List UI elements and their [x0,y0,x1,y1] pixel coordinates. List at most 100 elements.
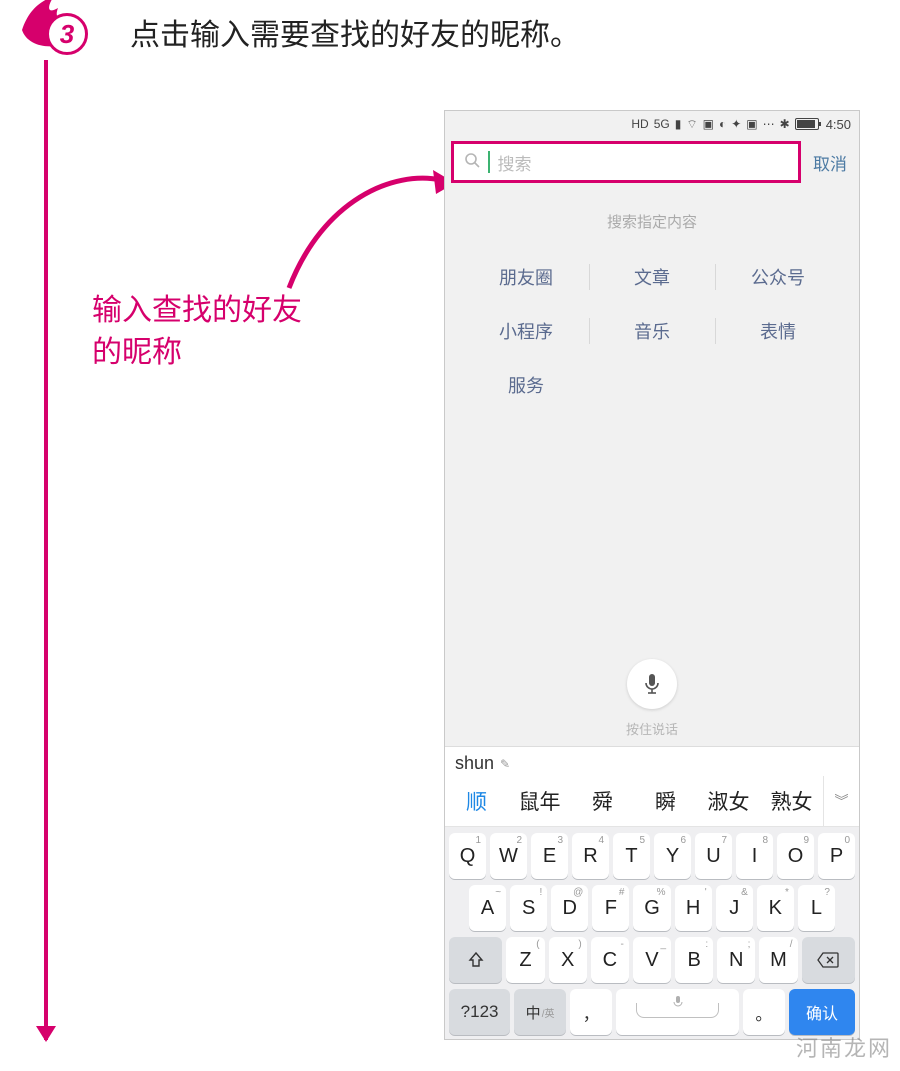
key-p[interactable]: P0 [818,833,855,879]
key-t[interactable]: T5 [613,833,650,879]
key-f[interactable]: F# [592,885,629,931]
phone-frame: HD 5G ▮ ⌔ ▣ ◐ ✦ ▣ ⋯ ✱ 4:50 搜索 取消 搜索指定内容 … [444,110,860,1040]
shift-icon [467,951,485,969]
ime-candidate-row: 顺 鼠年 舜 瞬 淑女 熟女 ︾ [445,776,859,827]
category-services[interactable]: 服务 [463,358,589,412]
period-key[interactable]: 。 [743,989,785,1035]
language-key[interactable]: 中/英 [514,989,566,1035]
callout-line1: 输入查找的好友 [92,290,302,332]
ime-candidate[interactable]: 熟女 [760,776,823,826]
voice-hint: 按住说话 [626,719,678,738]
category-miniprograms[interactable]: 小程序 [463,304,589,358]
key-superscript: ! [539,887,542,898]
key-s[interactable]: S! [510,885,547,931]
category-music[interactable]: 音乐 [589,304,715,358]
search-icon [464,152,480,173]
watermark: 河南龙网 [796,1031,892,1063]
more-icon: ⋯ [763,117,775,131]
key-superscript: ? [824,887,830,898]
key-superscript: 1 [475,835,481,846]
key-e[interactable]: E3 [531,833,568,879]
signal-icon: ▮ [675,117,682,131]
key-superscript: 8 [762,835,768,846]
key-o[interactable]: O9 [777,833,814,879]
ime-candidate[interactable]: 鼠年 [508,776,571,826]
key-n[interactable]: N; [717,937,755,983]
category-stickers[interactable]: 表情 [715,304,841,358]
hd-icon: HD [631,117,648,131]
cancel-button[interactable]: 取消 [801,150,851,175]
step-number-badge: 3 [46,13,88,55]
key-j[interactable]: J& [716,885,753,931]
key-superscript: ' [705,887,707,898]
callout-arrow [283,140,458,290]
ime-candidate[interactable]: 淑女 [697,776,760,826]
key-c[interactable]: C- [591,937,629,983]
key-superscript: 9 [803,835,809,846]
status-app-icon: ▣ [746,117,757,131]
key-superscript: ) [578,939,581,950]
key-q[interactable]: Q1 [449,833,486,879]
step-connector-line [44,60,48,1040]
category-articles[interactable]: 文章 [589,250,715,304]
key-k[interactable]: K* [757,885,794,931]
space-key[interactable] [616,989,738,1035]
key-g[interactable]: G% [633,885,670,931]
chat-icon: ✦ [731,117,741,131]
ime-candidate[interactable]: 瞬 [634,776,697,826]
key-superscript: _ [660,939,666,950]
ime-composing-text: shun [455,753,494,774]
wifi-icon: ⌔ [686,117,697,132]
ime-candidate[interactable]: 顺 [445,776,508,826]
category-official-accounts[interactable]: 公众号 [715,250,841,304]
key-superscript: 6 [680,835,686,846]
keyboard: Q1W2E3R4T5Y6U7I8O9P0 A~S!D@F#G%H'J&K*L? … [445,827,859,1039]
status-bar: HD 5G ▮ ⌔ ▣ ◐ ✦ ▣ ⋯ ✱ 4:50 [445,111,859,137]
status-time: 4:50 [826,117,851,132]
key-superscript: : [705,939,708,950]
key-r[interactable]: R4 [572,833,609,879]
numbers-key[interactable]: ?123 [449,989,510,1035]
globe-icon: ◐ [719,117,726,131]
category-moments[interactable]: 朋友圈 [463,250,589,304]
key-l[interactable]: L? [798,885,835,931]
key-superscript: % [657,887,666,898]
key-superscript: @ [573,887,583,898]
key-superscript: / [790,939,793,950]
key-d[interactable]: D@ [551,885,588,931]
comma-key[interactable]: ， [570,989,612,1035]
search-section-title: 搜索指定内容 [445,211,859,232]
key-i[interactable]: I8 [736,833,773,879]
voice-input-button[interactable] [627,659,677,709]
bluetooth-icon: ✱ [780,117,790,131]
callout-text: 输入查找的好友 的昵称 [92,290,302,374]
key-m[interactable]: M/ [759,937,797,983]
key-superscript: ~ [495,887,501,898]
search-input[interactable]: 搜索 [451,141,801,183]
ime-more-candidates[interactable]: ︾ [823,776,859,826]
key-h[interactable]: H' [675,885,712,931]
key-superscript: ( [536,939,539,950]
search-bar-row: 搜索 取消 [445,137,859,187]
key-u[interactable]: U7 [695,833,732,879]
key-superscript: - [621,939,624,950]
network-5g-icon: 5G [654,117,670,131]
enter-key[interactable]: 确认 [789,989,855,1035]
key-v[interactable]: V_ [633,937,671,983]
camera-icon: ▣ [703,117,714,131]
ime-candidate[interactable]: 舜 [571,776,634,826]
key-superscript: # [619,887,625,898]
key-x[interactable]: X) [549,937,587,983]
key-b[interactable]: B: [675,937,713,983]
key-superscript: ; [748,939,751,950]
key-a[interactable]: A~ [469,885,506,931]
callout-line2: 的昵称 [92,332,302,374]
shift-key[interactable] [449,937,502,983]
key-superscript: 7 [721,835,727,846]
key-z[interactable]: Z( [506,937,544,983]
edit-icon[interactable]: ✎ [500,757,510,771]
backspace-key[interactable] [802,937,855,983]
key-y[interactable]: Y6 [654,833,691,879]
key-w[interactable]: W2 [490,833,527,879]
battery-icon [795,118,819,130]
